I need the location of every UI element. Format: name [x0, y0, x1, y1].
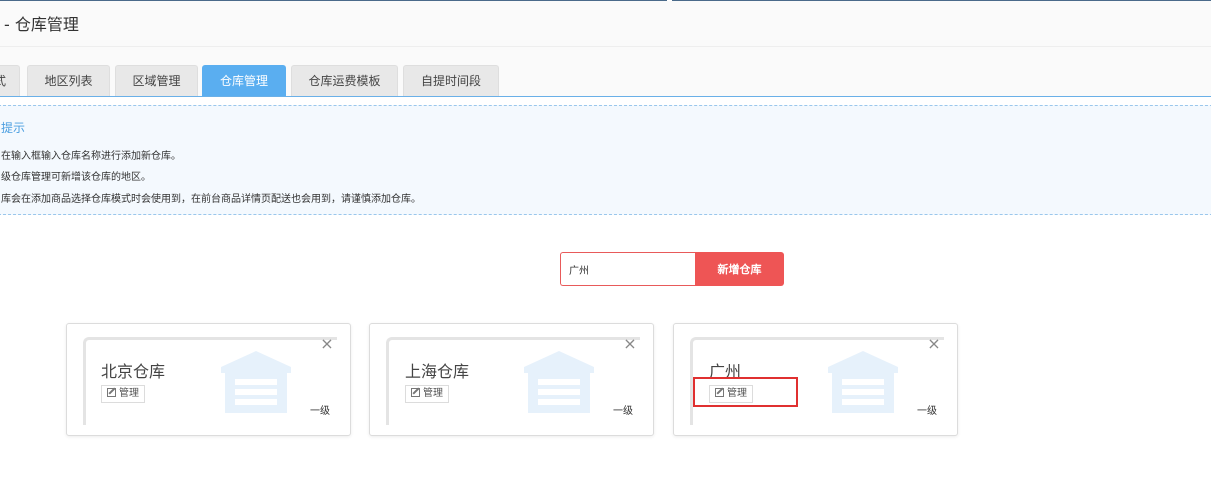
- highlight-annotation: [693, 377, 798, 407]
- tab-warehouse-management[interactable]: 仓库管理: [202, 65, 286, 96]
- tabs-divider: [0, 96, 1211, 97]
- add-warehouse-button[interactable]: 新增仓库: [695, 252, 784, 286]
- warehouse-icon: [221, 351, 291, 413]
- manage-button[interactable]: 管理: [101, 385, 145, 403]
- tab-area-management[interactable]: 区域管理: [115, 65, 198, 96]
- tab-warehouse-shipping-template[interactable]: 仓库运费模板: [291, 65, 398, 96]
- edit-icon: [107, 388, 116, 397]
- warehouse-icon: [524, 351, 594, 413]
- warehouse-level: 一级: [613, 406, 633, 417]
- warehouse-name-input[interactable]: [560, 252, 696, 286]
- warehouse-level: 一级: [310, 406, 330, 417]
- tab-mode[interactable]: 式: [0, 65, 20, 96]
- warehouse-icon: [828, 351, 898, 413]
- manage-label: 管理: [423, 388, 443, 399]
- warehouse-level: 一级: [917, 406, 937, 417]
- warehouse-card: 上海仓库 管理 一级 ×: [369, 323, 654, 436]
- tips-title: 提示: [1, 121, 26, 135]
- page-header: - 仓库管理: [0, 1, 1211, 47]
- warehouse-name: 上海仓库: [405, 362, 470, 381]
- tab-region-list[interactable]: 地区列表: [27, 65, 110, 96]
- tips-panel: 提示 在输入框输入仓库名称进行添加新仓库。 级仓库管理可新增该仓库的地区。 库会…: [0, 105, 1211, 215]
- tab-pickup-time-slots[interactable]: 自提时间段: [403, 65, 499, 96]
- warehouse-name: 北京仓库: [101, 362, 166, 381]
- close-icon[interactable]: ×: [320, 336, 334, 352]
- page-title: - 仓库管理: [4, 15, 79, 34]
- tip-line: 在输入框输入仓库名称进行添加新仓库。: [1, 151, 181, 162]
- close-icon[interactable]: ×: [623, 336, 637, 352]
- warehouse-card: 北京仓库 管理 一级 ×: [66, 323, 351, 436]
- tip-line: 级仓库管理可新增该仓库的地区。: [1, 172, 151, 183]
- manage-label: 管理: [119, 388, 139, 399]
- manage-button[interactable]: 管理: [405, 385, 449, 403]
- edit-icon: [411, 388, 420, 397]
- close-icon[interactable]: ×: [927, 336, 941, 352]
- tip-line: 库会在添加商品选择仓库模式时会使用到，在前台商品详情页配送也会用到，请谨慎添加仓…: [1, 194, 421, 205]
